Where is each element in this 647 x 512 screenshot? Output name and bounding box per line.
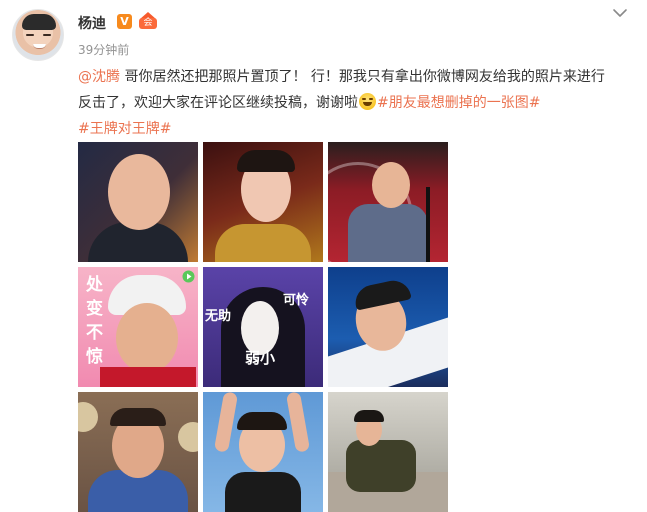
photo-7-decor-right bbox=[178, 422, 198, 452]
author-avatar[interactable] bbox=[12, 9, 64, 61]
photo-4[interactable]: 处 变 不 惊 bbox=[78, 267, 198, 387]
photo-2-hair bbox=[237, 150, 295, 172]
photo-7-hair bbox=[110, 408, 166, 426]
avatar-eye-left bbox=[26, 34, 34, 36]
photo-2-costume bbox=[215, 224, 311, 262]
photo-1[interactable] bbox=[78, 142, 198, 262]
photo-8[interactable] bbox=[203, 392, 323, 512]
avatar-mouth bbox=[33, 44, 46, 49]
photo-4-caption-3: 不 bbox=[86, 323, 103, 343]
photo-8-arm-right bbox=[285, 392, 311, 453]
photo-3-stand bbox=[426, 187, 430, 262]
avatar-hair bbox=[22, 14, 56, 30]
photo-4-face bbox=[116, 303, 178, 373]
hashtag-link-1[interactable]: #朋友最想删掉的一张图# bbox=[377, 95, 540, 111]
photo-9[interactable] bbox=[328, 392, 448, 512]
photo-5-caption-bottom: 弱小 bbox=[245, 349, 276, 367]
photo-4-shirt bbox=[100, 367, 196, 387]
post-timestamp[interactable]: 39分钟前 bbox=[78, 41, 129, 58]
avatar-eye-right bbox=[43, 34, 51, 36]
post-text: @沈腾 哥你居然还把那照片置顶了！ 行！那我只有拿出你微博网友给我的照片来进行反… bbox=[78, 64, 618, 142]
chevron-down-icon[interactable] bbox=[612, 7, 628, 19]
mention-link[interactable]: @沈腾 bbox=[78, 69, 120, 85]
photo-4-caption-4: 惊 bbox=[86, 347, 103, 367]
photo-2[interactable] bbox=[203, 142, 323, 262]
photo-4-caption-2: 变 bbox=[86, 299, 103, 319]
photo-9-suit bbox=[346, 440, 416, 492]
photo-8-hair bbox=[237, 412, 287, 430]
photo-3-shirt bbox=[348, 204, 428, 262]
photo-5[interactable]: 无助 可怜 弱小 bbox=[203, 267, 323, 387]
photo-1-face bbox=[108, 154, 170, 230]
play-icon[interactable] bbox=[182, 270, 195, 283]
photo-6[interactable] bbox=[328, 267, 448, 387]
photo-grid: 处 变 不 惊 无助 可怜 弱小 bbox=[78, 142, 449, 512]
member-badge-icon[interactable]: 会 bbox=[138, 12, 158, 30]
photo-4-caption-1: 处 bbox=[86, 275, 103, 295]
photo-8-arm-left bbox=[213, 392, 239, 453]
photo-5-caption-right: 可怜 bbox=[283, 293, 310, 308]
author-name[interactable]: 杨迪 bbox=[78, 13, 106, 33]
photo-3-face bbox=[372, 162, 410, 208]
photo-8-top bbox=[225, 472, 301, 512]
photo-9-hair bbox=[354, 410, 384, 422]
photo-7-decor-left bbox=[78, 402, 98, 432]
member-badge-label: 会 bbox=[139, 18, 157, 29]
laughing-emoji-icon bbox=[359, 93, 376, 110]
photo-7[interactable] bbox=[78, 392, 198, 512]
hashtag-link-2[interactable]: #王牌对王牌# bbox=[78, 121, 171, 137]
verified-badge-icon[interactable]: V bbox=[117, 14, 132, 29]
photo-5-caption-left: 无助 bbox=[205, 309, 232, 324]
photo-3[interactable] bbox=[328, 142, 448, 262]
